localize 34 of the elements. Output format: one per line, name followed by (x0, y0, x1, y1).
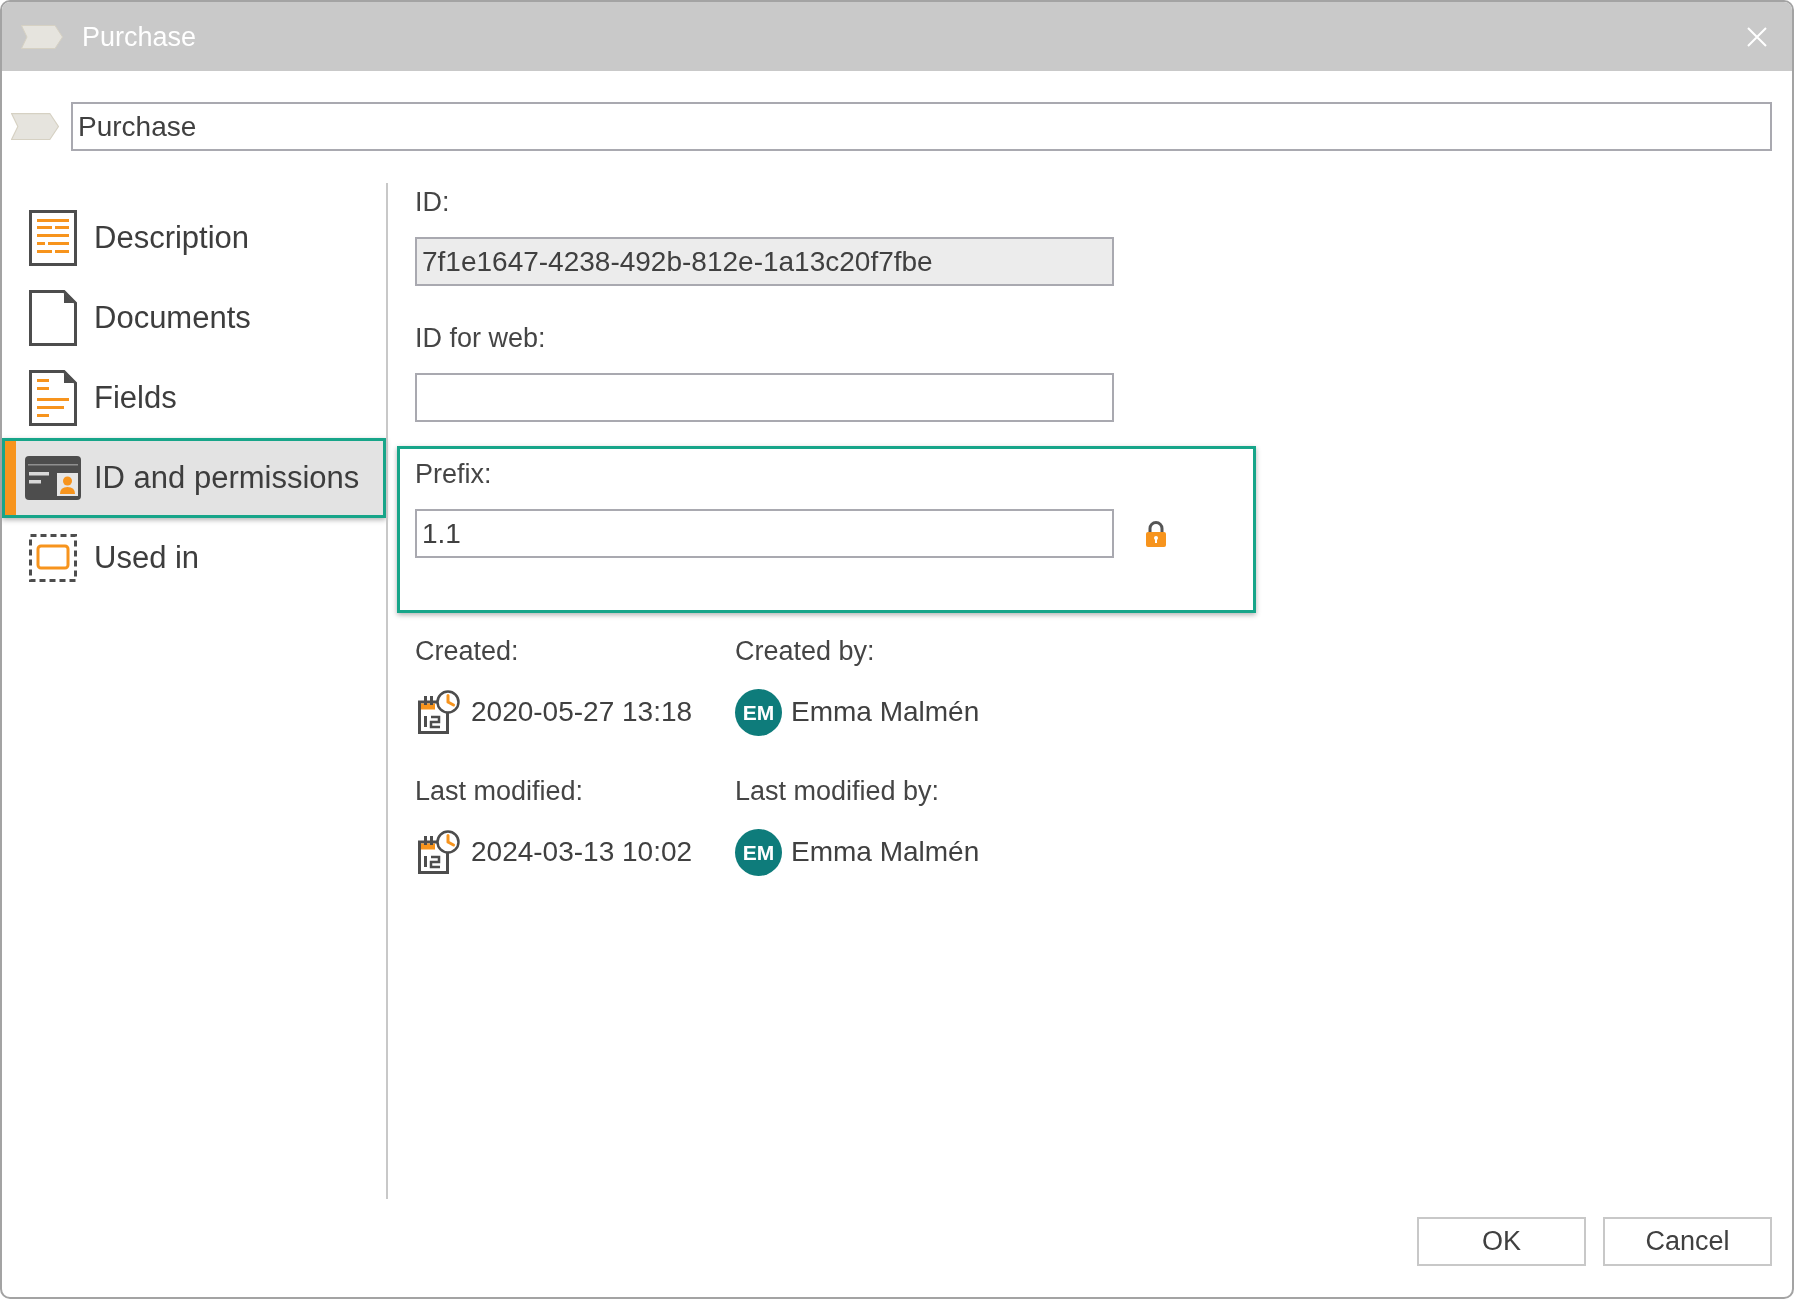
date-time-text: 2020-05-27 13:18 (471, 696, 693, 728)
user-avatar: EM (735, 688, 782, 736)
dialog-button[interactable]: OK (1417, 1217, 1586, 1266)
sidebar-item[interactable]: Description (2, 198, 386, 278)
name-field[interactable]: Purchase (71, 102, 1772, 151)
field-label: Created by: (735, 635, 875, 667)
dashed-frame-icon (29, 534, 77, 582)
sidebar-item[interactable]: Used in (2, 518, 386, 598)
id-card-icon (25, 456, 81, 500)
date-time-text: 2024-03-13 10:02 (471, 836, 693, 868)
text-lines-page-icon (29, 210, 77, 266)
field-label: Prefix: (415, 458, 492, 490)
tag-icon (11, 113, 59, 140)
field-label: Created: (415, 635, 519, 667)
calendar-clock-icon (418, 690, 460, 734)
field-label: Last modified: (415, 775, 584, 807)
lock-icon[interactable] (1145, 519, 1167, 548)
field-label: ID: (415, 186, 450, 218)
close-icon (1747, 26, 1767, 47)
user-name: Emma Malmén (791, 696, 980, 728)
text-field[interactable] (415, 373, 1114, 422)
tag-icon (21, 24, 63, 49)
form-page-icon (29, 370, 77, 426)
field-label: ID for web: (415, 322, 546, 354)
sidebar-item[interactable]: ID and permissions (2, 438, 386, 518)
blank-page-icon (29, 290, 77, 346)
sidebar-item[interactable]: Fields (2, 358, 386, 438)
calendar-clock-icon (418, 830, 460, 874)
user-name: Emma Malmén (791, 836, 980, 868)
text-field[interactable]: 1.1 (415, 509, 1114, 558)
dialog-button[interactable]: Cancel (1603, 1217, 1772, 1266)
sidebar-item[interactable]: Documents (2, 278, 386, 358)
user-avatar: EM (735, 828, 782, 876)
field-label: Last modified by: (735, 775, 940, 807)
